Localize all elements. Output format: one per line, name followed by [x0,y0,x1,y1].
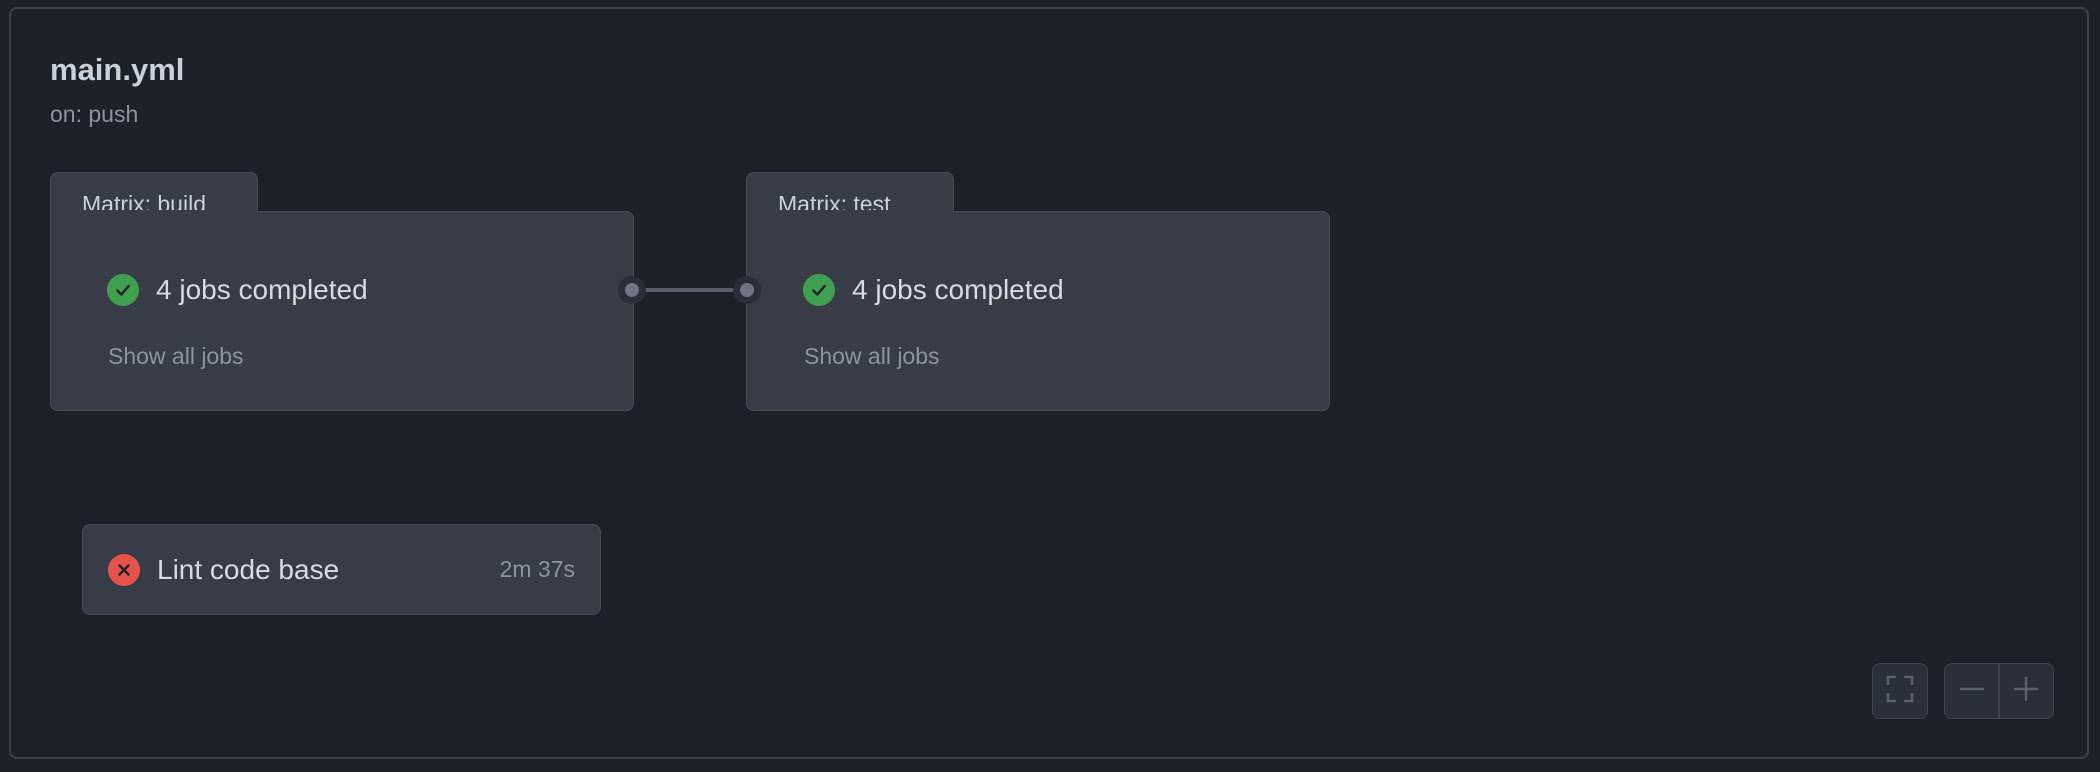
matrix-build-status: 4 jobs completed [107,274,368,306]
matrix-build-card[interactable]: 4 jobs completed Show all jobs [50,211,634,411]
show-all-jobs-link[interactable]: Show all jobs [108,343,244,370]
fullscreen-icon [1885,674,1915,709]
matrix-test-card[interactable]: 4 jobs completed Show all jobs [746,211,1330,411]
minus-icon [1959,676,1985,707]
matrix-test-status-text: 4 jobs completed [852,274,1064,305]
check-circle-icon [107,274,139,306]
job-name: Lint code base [157,553,340,585]
job-lint-code-base[interactable]: Lint code base 2m 37s [82,524,601,615]
dependency-edge [644,288,736,292]
zoom-in-button[interactable] [2000,664,2053,718]
output-port [618,276,646,304]
plus-icon [2013,676,2039,707]
workflow-trigger: on: push [50,101,139,127]
x-circle-icon [108,553,140,586]
zoom-controls [1944,663,2054,719]
fullscreen-button[interactable] [1873,664,1927,718]
zoom-out-button[interactable] [1945,664,1998,718]
job-duration: 2m 37s [499,556,575,582]
fullscreen-control[interactable] [1872,663,1928,719]
matrix-test-status: 4 jobs completed [803,274,1064,306]
input-port [733,276,761,304]
workflow-title: main.yml [50,52,185,87]
show-all-jobs-link[interactable]: Show all jobs [804,343,940,370]
check-circle-icon [803,274,835,306]
matrix-build-status-text: 4 jobs completed [156,274,368,305]
